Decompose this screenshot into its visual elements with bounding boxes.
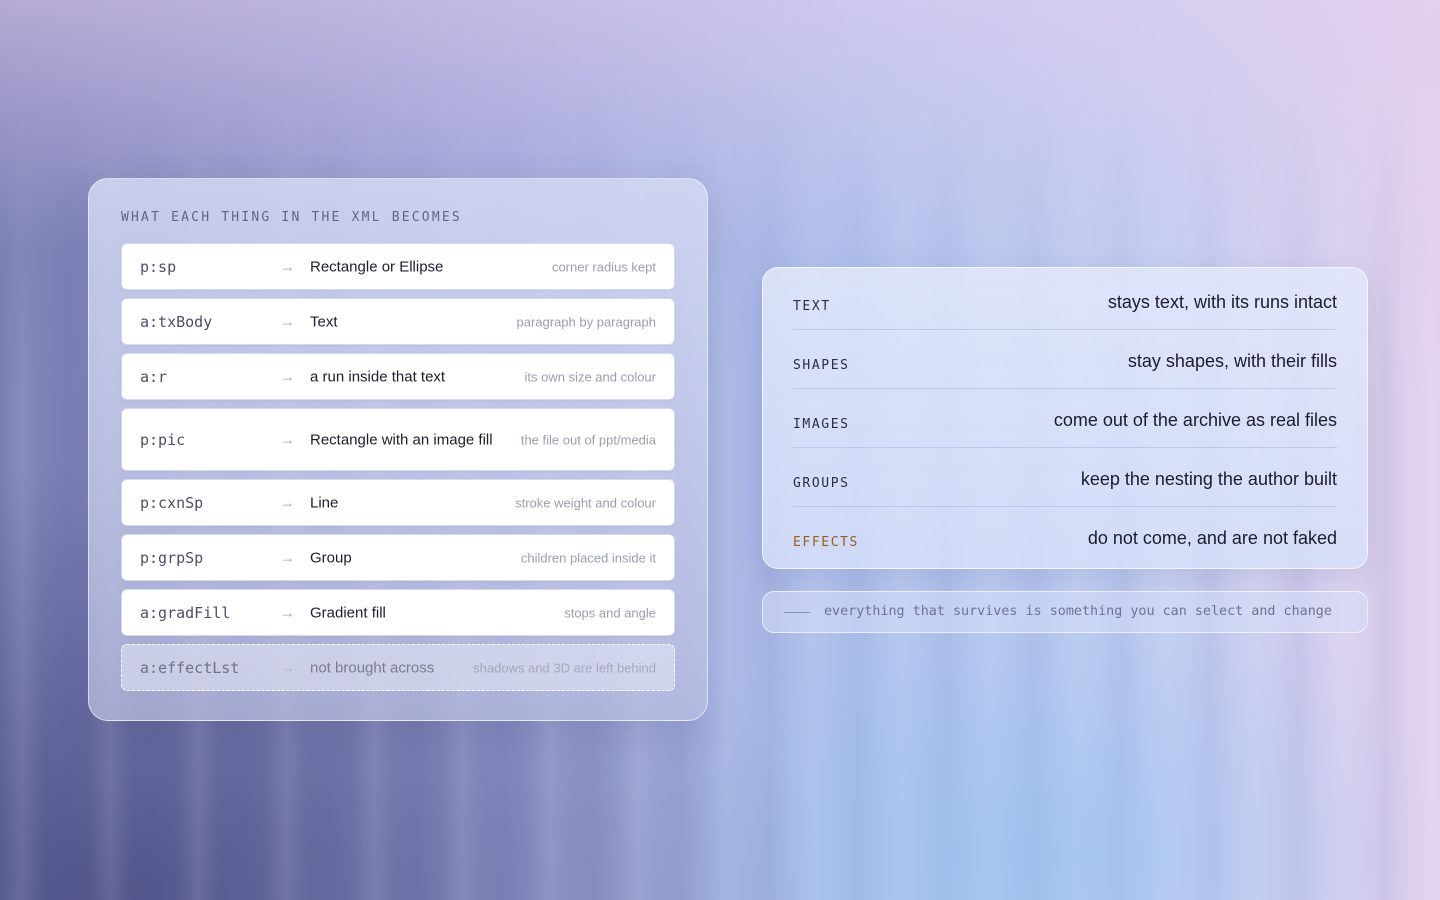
mapping-target: Rectangle with an image fill — [310, 431, 493, 448]
mapping-row: p:pic → Rectangle with an image fill the… — [121, 408, 675, 471]
content-kind-label: IMAGES — [793, 417, 850, 432]
content-kind-label: EFFECTS — [793, 535, 859, 550]
mapping-note: stops and angle — [564, 605, 656, 620]
xml-element-code: p:pic — [140, 430, 186, 449]
mapping-note: its own size and colour — [524, 369, 656, 384]
survival-row: SHAPES stay shapes, with their fills — [793, 330, 1337, 389]
mapping-note: the file out of ppt/media — [520, 432, 656, 447]
mapping-row-not-supported: a:effectLst → not brought across shadows… — [121, 644, 675, 691]
content-kind-label: GROUPS — [793, 476, 850, 491]
mapping-row: p:cxnSp → Line stroke weight and colour — [121, 479, 675, 526]
content-fate-text: do not come, and are not faked — [1087, 528, 1337, 548]
survival-row: GROUPS keep the nesting the author built — [793, 448, 1337, 507]
xml-element-code: p:cxnSp — [140, 493, 204, 512]
content-fate-text: stay shapes, with their fills — [1127, 351, 1337, 371]
mapping-target: Text — [310, 313, 338, 330]
arrow-right-icon: → — [280, 368, 295, 385]
content-kind-label: TEXT — [793, 299, 831, 314]
mapping-target: Line — [310, 494, 339, 511]
footer-note: everything that survives is something yo… — [762, 591, 1368, 633]
mapping-target: Rectangle or Ellipse — [310, 258, 444, 275]
mapping-row: p:sp → Rectangle or Ellipse corner radiu… — [121, 243, 675, 290]
mapping-note: stroke weight and colour — [515, 495, 656, 510]
content-fate-text: stays text, with its runs intact — [1107, 292, 1337, 312]
arrow-right-icon: → — [280, 258, 295, 275]
arrow-right-icon: → — [280, 431, 295, 448]
xml-element-code: p:sp — [140, 257, 177, 276]
content-fate-text: keep the nesting the author built — [1080, 469, 1337, 489]
mapping-note: paragraph by paragraph — [516, 314, 657, 329]
mapping-row: a:txBody → Text paragraph by paragraph — [121, 298, 675, 345]
content-kind-label: SHAPES — [793, 358, 850, 373]
arrow-right-icon: → — [280, 549, 295, 566]
mapping-note: children placed inside it — [520, 550, 656, 565]
mapping-row: p:grpSp → Group children placed inside i… — [121, 534, 675, 581]
mapping-row: a:gradFill → Gradient fill stops and ang… — [121, 589, 675, 636]
mapping-panel-heading: WHAT EACH THING IN THE XML BECOMES — [121, 210, 462, 225]
survival-row-warning: EFFECTS do not come, and are not faked — [793, 507, 1337, 565]
mapping-target: not brought across — [310, 659, 435, 676]
xml-element-code: a:txBody — [140, 312, 213, 331]
mapping-target: Group — [310, 549, 352, 566]
arrow-right-icon: → — [280, 313, 295, 330]
mapping-target: a run inside that text — [310, 368, 446, 385]
xml-element-code: a:gradFill — [140, 603, 231, 622]
xml-element-code: a:r — [140, 367, 168, 386]
arrow-right-icon: → — [280, 604, 295, 621]
survival-list: TEXT stays text, with its runs intact SH… — [793, 271, 1337, 565]
survival-row: TEXT stays text, with its runs intact — [793, 271, 1337, 330]
mapping-target: Gradient fill — [310, 604, 386, 621]
arrow-right-icon: → — [280, 659, 295, 676]
xml-mapping-panel: WHAT EACH THING IN THE XML BECOMES p:sp … — [88, 178, 708, 721]
arrow-right-icon: → — [280, 494, 295, 511]
content-fate-text: come out of the archive as real files — [1053, 410, 1337, 430]
mapping-note: corner radius kept — [551, 259, 656, 274]
mapping-note: shadows and 3D are left behind — [473, 660, 656, 675]
dash-divider — [784, 612, 810, 613]
survival-summary-panel: TEXT stays text, with its runs intact SH… — [762, 267, 1368, 569]
mapping-list: p:sp → Rectangle or Ellipse corner radiu… — [121, 243, 675, 699]
footer-note-text: everything that survives is something yo… — [824, 604, 1332, 619]
mapping-row: a:r → a run inside that text its own siz… — [121, 353, 675, 400]
xml-element-code: p:grpSp — [140, 548, 204, 567]
survival-row: IMAGES come out of the archive as real f… — [793, 389, 1337, 448]
xml-element-code: a:effectLst — [140, 658, 240, 677]
